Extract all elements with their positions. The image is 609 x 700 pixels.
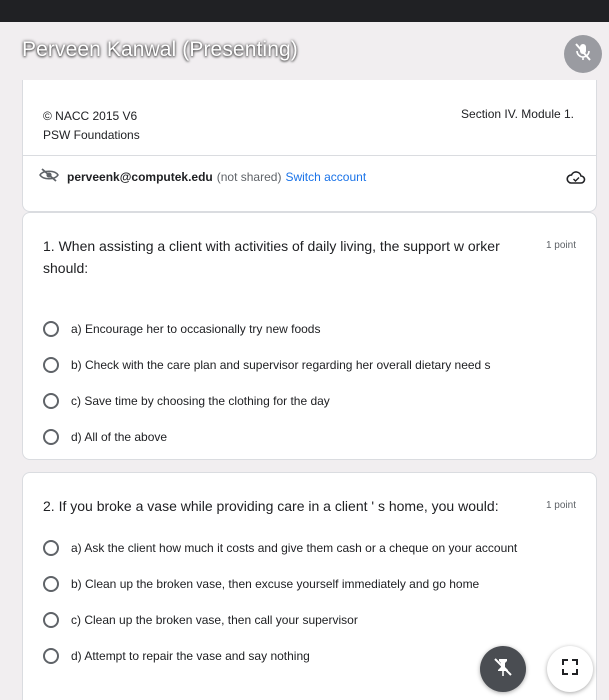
option-label: a) Encourage her to occasionally try new…	[71, 322, 321, 336]
radio-option[interactable]: a) Ask the client how much it costs and …	[43, 540, 517, 556]
radio-option[interactable]: b) Clean up the broken vase, then excuse…	[43, 576, 479, 592]
form-header-card: © NACC 2015 V6 PSW Foundations Section I…	[22, 80, 597, 212]
radio-option[interactable]: d) Attempt to repair the vase and say no…	[43, 648, 310, 664]
form-header-info: © NACC 2015 V6 PSW Foundations	[43, 107, 140, 145]
option-label: a) Ask the client how much it costs and …	[71, 541, 518, 555]
radio-option[interactable]: c) Save time by choosing the clothing fo…	[43, 393, 330, 409]
radio-button[interactable]	[43, 648, 59, 664]
option-label: d) All of the above	[71, 430, 168, 444]
points-label: 1 point	[545, 240, 576, 251]
points-label: 1 point	[545, 500, 576, 511]
option-label: d) Attempt to repair the vase and say no…	[71, 649, 310, 663]
radio-button[interactable]	[43, 429, 59, 445]
mic-off-icon	[574, 42, 592, 67]
radio-option[interactable]: c) Clean up the broken vase, then call y…	[43, 612, 358, 628]
fullscreen-button[interactable]	[547, 646, 593, 692]
fullscreen-icon	[560, 657, 580, 682]
question-card-1: 1. When assisting a client with activiti…	[22, 212, 597, 460]
copyright-text: © NACC 2015 V6	[43, 109, 138, 123]
course-name: PSW Foundations	[43, 128, 140, 142]
radio-option[interactable]: a) Encourage her to occasionally try new…	[43, 321, 320, 337]
question-text: 1. When assisting a client with activiti…	[43, 238, 500, 276]
question-text: 2. If you broke a vase while providing c…	[43, 498, 499, 514]
eye-off-icon	[39, 168, 59, 185]
unpin-icon	[492, 656, 514, 683]
presentation-stage: © NACC 2015 V6 PSW Foundations Section I…	[0, 22, 609, 700]
account-email: perveenk@computek.edu	[67, 169, 213, 184]
account-row: perveenk@computek.edu (not shared) Switc…	[39, 168, 366, 185]
section-label: Section IV. Module 1.	[461, 107, 574, 121]
divider	[23, 155, 596, 156]
radio-option[interactable]: d) All of the above	[43, 429, 167, 445]
option-label: b) Clean up the broken vase, then excuse…	[71, 577, 480, 591]
switch-account-link[interactable]: Switch account	[285, 170, 366, 184]
option-label: c) Clean up the broken vase, then call y…	[71, 613, 358, 627]
cloud-sync-icon	[566, 170, 586, 191]
not-shared-label: (not shared)	[216, 169, 282, 184]
radio-button[interactable]	[43, 393, 59, 409]
radio-button[interactable]	[43, 321, 59, 337]
radio-button[interactable]	[43, 540, 59, 556]
radio-button[interactable]	[43, 576, 59, 592]
option-label: b) Check with the care plan and supervis…	[71, 358, 491, 372]
radio-option[interactable]: b) Check with the care plan and supervis…	[43, 357, 491, 373]
browser-top-bar	[0, 0, 609, 22]
radio-button[interactable]	[43, 612, 59, 628]
radio-button[interactable]	[43, 357, 59, 373]
presenter-label: Perveen Kanwal (Presenting)	[22, 38, 298, 61]
mic-off-button[interactable]	[564, 35, 602, 73]
unpin-button[interactable]	[480, 646, 526, 692]
option-label: c) Save time by choosing the clothing fo…	[71, 394, 330, 408]
